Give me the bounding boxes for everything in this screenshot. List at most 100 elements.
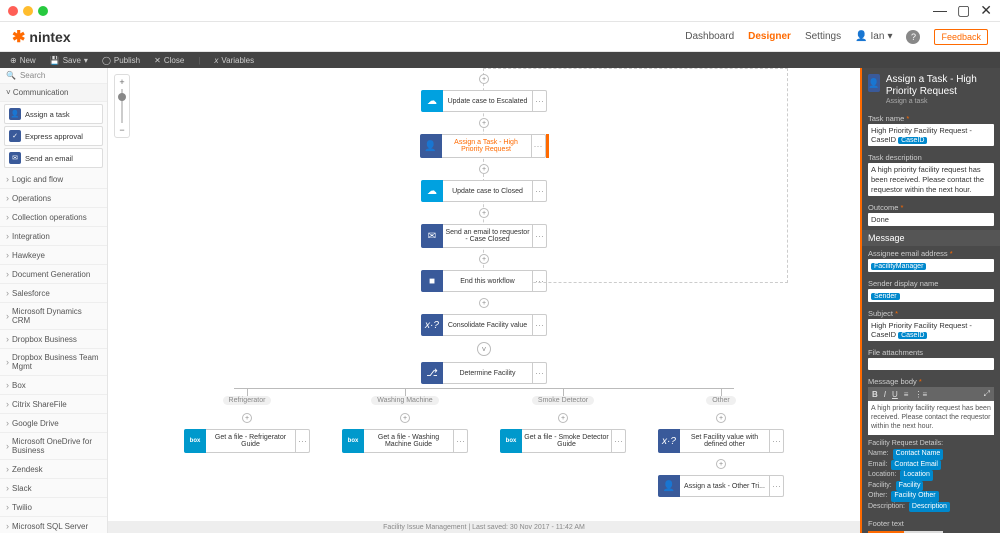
node-assign-other[interactable]: 👤 Assign a task - Other Tri... ⋯ xyxy=(658,475,784,497)
cat-integration[interactable]: Integration xyxy=(0,227,107,246)
node-menu-icon[interactable]: ⋯ xyxy=(533,270,547,292)
node-menu-icon[interactable]: ⋯ xyxy=(532,134,546,158)
cat-citrix[interactable]: Citrix ShareFile xyxy=(0,395,107,414)
node-end-workflow[interactable]: ■ End this workflow ⋯ xyxy=(421,270,547,292)
nav-designer[interactable]: Designer xyxy=(748,31,791,42)
add-node-icon[interactable]: + xyxy=(558,413,568,423)
add-node-icon[interactable]: + xyxy=(479,164,489,174)
zoom-out-icon[interactable]: − xyxy=(119,125,124,135)
minimize-icon[interactable]: — xyxy=(933,2,947,19)
add-node-icon[interactable]: + xyxy=(479,118,489,128)
cat-box[interactable]: Box xyxy=(0,376,107,395)
zoom-control[interactable]: + − xyxy=(114,74,130,138)
expand-icon[interactable]: ⤢ xyxy=(984,389,990,399)
italic-icon[interactable]: I xyxy=(884,390,886,399)
cat-collection[interactable]: Collection operations xyxy=(0,208,107,227)
node-set-facility-other[interactable]: x·? Set Facility value with defined othe… xyxy=(658,429,784,453)
cat-twilio[interactable]: Twilio xyxy=(0,498,107,517)
cat-logic[interactable]: Logic and flow xyxy=(0,170,107,189)
input-task-desc[interactable]: A high priority facility request has bee… xyxy=(868,163,994,196)
input-subject[interactable]: High Priority Facility Request - CaseID … xyxy=(868,319,994,341)
list-icon[interactable]: ≡ xyxy=(904,390,909,399)
node-file-washing[interactable]: box Get a file - Washing Machine Guide ⋯ xyxy=(342,429,468,453)
add-node-icon[interactable]: + xyxy=(479,254,489,264)
close-button[interactable]: ✕ Close xyxy=(154,56,184,65)
cat-dropbox-team[interactable]: Dropbox Business Team Mgmt xyxy=(0,349,107,376)
cat-dropbox[interactable]: Dropbox Business xyxy=(0,330,107,349)
cat-operations[interactable]: Operations xyxy=(0,189,107,208)
node-menu-icon[interactable]: ⋯ xyxy=(770,429,784,453)
cat-gdrive[interactable]: Google Drive xyxy=(0,414,107,433)
close-icon[interactable]: ✕ xyxy=(980,2,992,19)
maximize-window-icon[interactable] xyxy=(38,6,48,16)
zoom-slider[interactable] xyxy=(121,89,123,123)
input-message-body[interactable]: A high priority facility request has bee… xyxy=(868,401,994,434)
add-node-icon[interactable]: + xyxy=(479,298,489,308)
action-assign-task[interactable]: 👤Assign a task xyxy=(4,104,103,124)
node-determine-facility[interactable]: ⎇ Determine Facility ⋯ xyxy=(421,362,547,384)
action-toolbar: ⊕ New 💾 Save ▾ ◯ Publish ✕ Close | x Var… xyxy=(0,52,1000,68)
nav-dashboard[interactable]: Dashboard xyxy=(685,31,734,42)
input-outcome[interactable]: Done xyxy=(868,213,994,226)
node-consolidate[interactable]: x·? Consolidate Facility value ⋯ xyxy=(421,314,547,336)
help-icon[interactable]: ? xyxy=(906,30,920,44)
add-node-icon[interactable]: + xyxy=(400,413,410,423)
node-menu-icon[interactable]: ⋯ xyxy=(533,314,547,336)
add-node-icon[interactable]: + xyxy=(716,459,726,469)
zoom-in-icon[interactable]: + xyxy=(119,77,124,87)
node-assign-task-selected[interactable]: 👤 Assign a Task - High Priority Request … xyxy=(420,134,549,158)
node-menu-icon[interactable]: ⋯ xyxy=(533,362,547,384)
zoom-thumb[interactable] xyxy=(118,93,126,101)
search-input[interactable]: 🔍 Search xyxy=(0,68,107,84)
box-icon: box xyxy=(500,429,522,453)
cat-salesforce[interactable]: Salesforce xyxy=(0,284,107,303)
cat-dynamics[interactable]: Microsoft Dynamics CRM xyxy=(0,303,107,330)
node-update-closed[interactable]: ☁ Update case to Closed ⋯ xyxy=(421,180,547,202)
close-window-icon[interactable] xyxy=(8,6,18,16)
workflow-canvas[interactable]: + − + ☁ Update case to Escalated ⋯ + 👤 A… xyxy=(108,68,860,533)
node-email-requestor[interactable]: ✉ Send an email to requestor - Case Clos… xyxy=(421,224,547,248)
add-node-icon[interactable]: + xyxy=(479,74,489,84)
minimize-window-icon[interactable] xyxy=(23,6,33,16)
node-menu-icon[interactable]: ⋯ xyxy=(533,224,547,248)
add-node-icon[interactable]: + xyxy=(716,413,726,423)
underline-icon[interactable]: U xyxy=(892,390,898,399)
cat-slack[interactable]: Slack xyxy=(0,479,107,498)
bullet-icon[interactable]: ⋮≡ xyxy=(914,390,927,399)
node-file-refrigerator[interactable]: box Get a file - Refrigerator Guide ⋯ xyxy=(184,429,310,453)
cat-hawkeye[interactable]: Hawkeye xyxy=(0,246,107,265)
node-menu-icon[interactable]: ⋯ xyxy=(533,180,547,202)
node-menu-icon[interactable]: ⋯ xyxy=(533,90,547,112)
variables-button[interactable]: x Variables xyxy=(214,56,254,65)
cat-sqlserver[interactable]: Microsoft SQL Server xyxy=(0,517,107,533)
node-update-escalated[interactable]: ☁ Update case to Escalated ⋯ xyxy=(421,90,547,112)
bold-icon[interactable]: B xyxy=(872,390,878,399)
rich-text-toolbar[interactable]: B I U ≡ ⋮≡ ⤢ xyxy=(868,387,994,401)
user-menu[interactable]: 👤 Ian ▾ xyxy=(855,31,892,42)
save-button[interactable]: 💾 Save ▾ xyxy=(50,56,88,65)
feedback-button[interactable]: Feedback xyxy=(934,29,988,45)
window-titlebar: — ▢ ✕ xyxy=(0,0,1000,22)
input-assignee[interactable]: FacilityManager xyxy=(868,259,994,272)
group-communication[interactable]: ˅ Communication xyxy=(0,84,107,102)
cat-docgen[interactable]: Document Generation xyxy=(0,265,107,284)
cat-zendesk[interactable]: Zendesk xyxy=(0,460,107,479)
node-file-smoke[interactable]: box Get a file - Smoke Detector Guide ⋯ xyxy=(500,429,626,453)
action-express-approval[interactable]: ✓Express approval xyxy=(4,126,103,146)
add-node-icon[interactable]: + xyxy=(242,413,252,423)
collapse-icon[interactable]: ˅ xyxy=(477,342,491,356)
input-attachments[interactable] xyxy=(868,358,994,370)
nav-settings[interactable]: Settings xyxy=(805,31,841,42)
node-menu-icon[interactable]: ⋯ xyxy=(454,429,468,453)
action-send-email[interactable]: ✉Send an email xyxy=(4,148,103,168)
node-menu-icon[interactable]: ⋯ xyxy=(770,475,784,497)
input-task-name[interactable]: High Priority Facility Request - CaseID … xyxy=(868,124,994,146)
cat-onedrive[interactable]: Microsoft OneDrive for Business xyxy=(0,433,107,460)
input-sender[interactable]: Sender xyxy=(868,289,994,302)
node-menu-icon[interactable]: ⋯ xyxy=(296,429,310,453)
new-button[interactable]: ⊕ New xyxy=(10,56,36,65)
restore-icon[interactable]: ▢ xyxy=(957,2,970,19)
publish-button[interactable]: ◯ Publish xyxy=(102,56,140,65)
node-menu-icon[interactable]: ⋯ xyxy=(612,429,626,453)
add-node-icon[interactable]: + xyxy=(479,208,489,218)
